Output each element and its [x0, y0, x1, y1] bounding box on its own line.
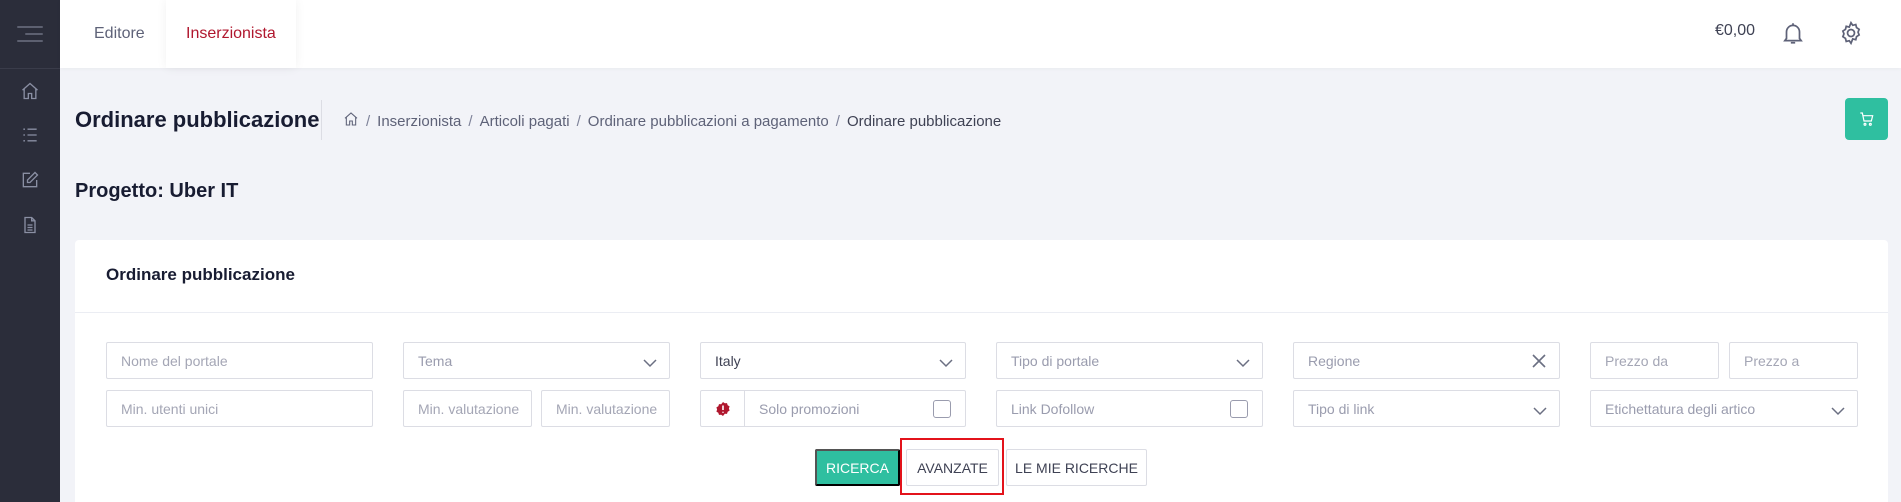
- tab-editore[interactable]: Editore: [75, 0, 164, 68]
- my-searches-button[interactable]: LE MIE RICERCHE: [1006, 449, 1147, 486]
- price-to-input[interactable]: [1729, 342, 1858, 379]
- breadcrumb-separator: /: [468, 112, 473, 130]
- link-type-placeholder: Tipo di link: [1308, 400, 1375, 417]
- breadcrumb-item-articoli-pagati[interactable]: Articoli pagati: [480, 113, 570, 130]
- card-title: Ordinare pubblicazione: [106, 265, 295, 284]
- top-header: Editore Inserzionista €0,00: [60, 0, 1901, 68]
- edit-icon[interactable]: [18, 168, 42, 192]
- portal-name-field[interactable]: [121, 352, 372, 369]
- theme-select[interactable]: Tema: [403, 342, 670, 379]
- country-select[interactable]: Italy: [700, 342, 966, 379]
- tab-inserzionista[interactable]: Inserzionista: [166, 0, 296, 68]
- article-labeling-select[interactable]: Etichettatura degli artico: [1590, 390, 1858, 427]
- breadcrumb-item-ordinare-pubblicazioni[interactable]: Ordinare pubblicazioni a pagamento: [588, 113, 829, 130]
- chevron-down-icon: [1236, 355, 1250, 368]
- card-divider: [75, 312, 1888, 313]
- home-icon[interactable]: [343, 111, 359, 131]
- cart-icon: [1859, 112, 1873, 126]
- menu-icon[interactable]: [17, 26, 43, 42]
- cart-button[interactable]: [1845, 98, 1888, 140]
- promotions-only-checkbox-field[interactable]: Solo promozioni: [700, 390, 966, 427]
- promotions-only-label: Solo promozioni: [759, 400, 860, 417]
- page-title: Ordinare pubblicazione: [75, 107, 320, 132]
- search-button[interactable]: RICERCA: [815, 449, 900, 486]
- gear-icon[interactable]: [1838, 20, 1864, 46]
- min-rating-field-1[interactable]: [418, 400, 531, 417]
- highlight-annotation: [900, 438, 1004, 495]
- region-placeholder: Regione: [1308, 352, 1361, 369]
- breadcrumb-separator: /: [366, 112, 371, 130]
- home-icon[interactable]: [18, 79, 42, 103]
- chevron-down-icon: [1533, 403, 1547, 416]
- min-unique-users-input[interactable]: [106, 390, 373, 427]
- promo-badge-icon: [701, 391, 745, 426]
- price-from-field[interactable]: [1605, 352, 1718, 369]
- chevron-down-icon: [939, 355, 953, 368]
- portal-type-select[interactable]: Tipo di portale: [996, 342, 1263, 379]
- portal-name-input[interactable]: [106, 342, 373, 379]
- price-to-field[interactable]: [1744, 352, 1857, 369]
- min-rating-field-2[interactable]: [556, 400, 669, 417]
- bell-icon[interactable]: [1780, 20, 1806, 46]
- promotions-only-checkbox[interactable]: [933, 400, 951, 418]
- min-unique-users-field[interactable]: [121, 400, 372, 417]
- breadcrumb: / Inserzionista / Articoli pagati / Ordi…: [343, 111, 1001, 131]
- sidebar-divider: [0, 68, 60, 69]
- breadcrumb-item-inserzionista[interactable]: Inserzionista: [377, 113, 461, 130]
- document-icon[interactable]: [18, 213, 42, 237]
- clear-icon[interactable]: [1531, 353, 1547, 369]
- dofollow-link-label: Link Dofollow: [1011, 400, 1095, 417]
- breadcrumb-separator: /: [835, 112, 840, 130]
- chevron-down-icon: [643, 355, 657, 368]
- breadcrumb-separator: /: [576, 112, 581, 130]
- link-type-select[interactable]: Tipo di link: [1293, 390, 1560, 427]
- dofollow-link-checkbox[interactable]: [1230, 400, 1248, 418]
- min-rating-input-1[interactable]: [403, 390, 532, 427]
- min-rating-input-2[interactable]: [541, 390, 670, 427]
- chevron-down-icon: [1831, 403, 1845, 416]
- sidebar: [0, 0, 60, 502]
- price-from-input[interactable]: [1590, 342, 1719, 379]
- country-value: Italy: [715, 352, 741, 369]
- theme-placeholder: Tema: [418, 352, 453, 369]
- list-icon[interactable]: [18, 123, 42, 147]
- breadcrumb-item-current: Ordinare pubblicazione: [846, 112, 1002, 130]
- dofollow-link-checkbox-field[interactable]: Link Dofollow: [996, 390, 1263, 427]
- article-labeling-placeholder: Etichettatura degli artico: [1605, 400, 1756, 417]
- region-select[interactable]: Regione: [1293, 342, 1560, 379]
- title-separator: [321, 100, 322, 140]
- portal-type-placeholder: Tipo di portale: [1011, 352, 1100, 369]
- project-title: Progetto: Uber IT: [75, 180, 239, 202]
- balance-amount[interactable]: €0,00: [1715, 22, 1755, 40]
